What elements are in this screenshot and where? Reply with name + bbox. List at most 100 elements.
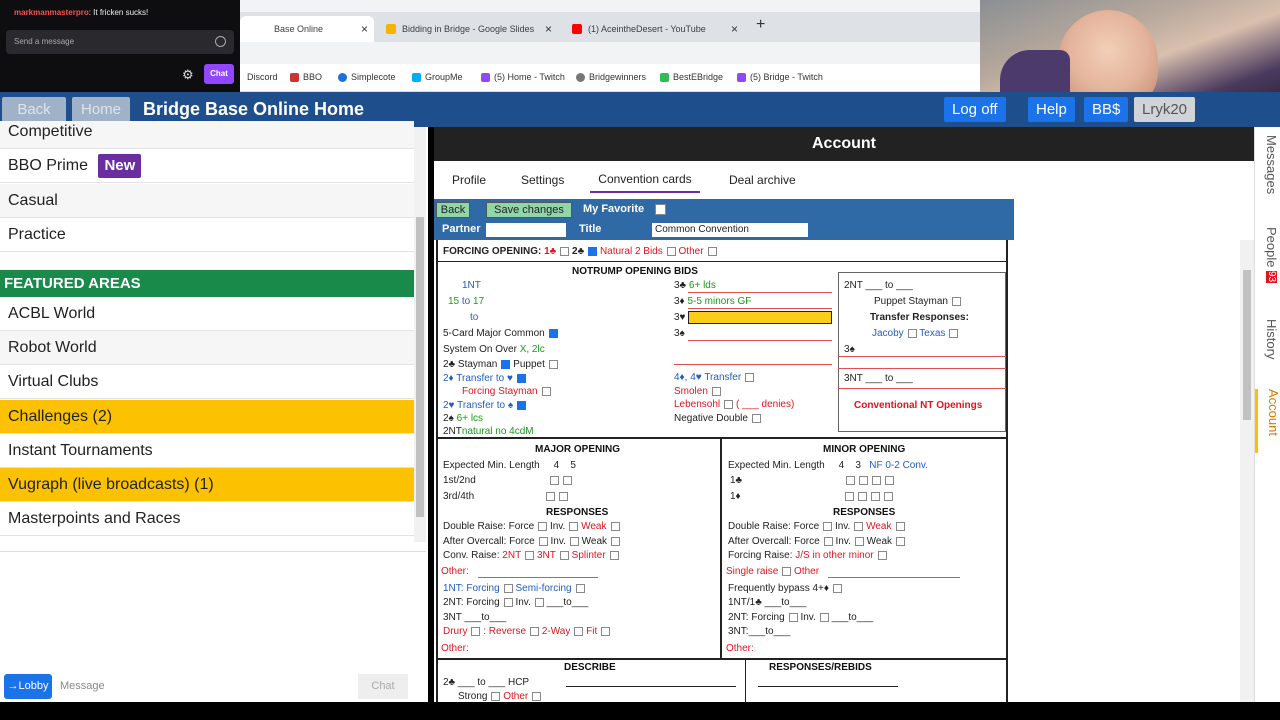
bookmark-bridgewinners[interactable]: Bridgewinners bbox=[576, 72, 646, 82]
checkbox[interactable] bbox=[532, 691, 542, 701]
nav-instant-tournaments[interactable]: Instant Tournaments bbox=[0, 434, 414, 468]
tab-google-slides[interactable]: Bidding in Bridge - Google Slides × bbox=[378, 16, 558, 42]
checkbox[interactable] bbox=[559, 550, 569, 560]
bookmark-twitch-home[interactable]: (5) Home - Twitch bbox=[481, 72, 565, 82]
checkbox[interactable] bbox=[548, 328, 558, 338]
checkbox[interactable] bbox=[823, 536, 833, 546]
checkbox[interactable] bbox=[534, 597, 544, 607]
partner-input[interactable] bbox=[486, 223, 566, 237]
home-button[interactable]: Home bbox=[72, 97, 130, 122]
emote-icon[interactable] bbox=[215, 36, 226, 47]
help-button[interactable]: Help bbox=[1028, 97, 1075, 122]
checkbox[interactable] bbox=[951, 296, 961, 306]
scroll-thumb[interactable] bbox=[416, 217, 424, 517]
side-tab-account[interactable]: Account bbox=[1255, 389, 1280, 453]
checkbox[interactable] bbox=[907, 328, 917, 338]
nav-acbl-world[interactable]: ACBL World bbox=[0, 297, 414, 331]
checkbox[interactable] bbox=[859, 475, 869, 485]
logoff-button[interactable]: Log off bbox=[944, 97, 1006, 122]
cc-back-button[interactable]: Back bbox=[436, 202, 470, 218]
checkbox[interactable] bbox=[559, 491, 569, 501]
checkbox[interactable] bbox=[823, 521, 833, 531]
nav-practice[interactable]: Practice bbox=[0, 218, 414, 252]
bookmark-discord[interactable]: Discord bbox=[247, 72, 278, 82]
nav-robot-world[interactable]: Robot World bbox=[0, 331, 414, 365]
lobby-chat-button[interactable]: Chat bbox=[358, 674, 408, 699]
bookmark-twitch-bridge[interactable]: (5) Bridge - Twitch bbox=[737, 72, 823, 82]
checkbox[interactable] bbox=[517, 400, 527, 410]
checkbox[interactable] bbox=[885, 475, 895, 485]
checkbox[interactable] bbox=[724, 399, 734, 409]
gear-icon[interactable]: ⚙ bbox=[182, 67, 194, 83]
checkbox[interactable] bbox=[574, 626, 584, 636]
checkbox[interactable] bbox=[883, 491, 893, 501]
checkbox[interactable] bbox=[751, 413, 761, 423]
bb-dollars-button[interactable]: BB$ bbox=[1084, 97, 1129, 122]
tab-profile[interactable]: Profile bbox=[452, 173, 486, 187]
account-scrollbar[interactable] bbox=[1240, 240, 1254, 702]
close-icon[interactable]: × bbox=[545, 22, 552, 36]
checkbox[interactable] bbox=[471, 626, 481, 636]
scroll-thumb[interactable] bbox=[1243, 270, 1251, 420]
checkbox[interactable] bbox=[541, 386, 551, 396]
checkbox[interactable] bbox=[854, 536, 864, 546]
lobby-button[interactable]: →Lobby bbox=[4, 674, 52, 699]
checkbox[interactable] bbox=[491, 691, 501, 701]
tab-bbo[interactable]: Base Online × bbox=[240, 16, 374, 42]
checkbox[interactable] bbox=[501, 359, 511, 369]
bookmark-bbo[interactable]: BBO bbox=[290, 72, 322, 82]
checkbox[interactable] bbox=[569, 521, 579, 531]
lobby-message-input[interactable]: Message bbox=[60, 680, 105, 692]
checkbox[interactable] bbox=[546, 491, 556, 501]
side-tab-messages[interactable]: Messages bbox=[1257, 135, 1279, 215]
checkbox[interactable] bbox=[949, 328, 959, 338]
checkbox[interactable] bbox=[601, 626, 611, 636]
checkbox[interactable] bbox=[575, 583, 585, 593]
checkbox[interactable] bbox=[782, 566, 792, 576]
close-icon[interactable]: × bbox=[361, 22, 368, 36]
checkbox[interactable] bbox=[895, 521, 905, 531]
checkbox[interactable] bbox=[707, 246, 717, 256]
new-tab-button[interactable]: + bbox=[756, 16, 765, 34]
checkbox[interactable] bbox=[530, 626, 540, 636]
back-button[interactable]: Back bbox=[2, 97, 66, 122]
checkbox[interactable] bbox=[569, 536, 579, 546]
username[interactable]: Lryk20 bbox=[1134, 97, 1196, 122]
checkbox[interactable] bbox=[610, 521, 620, 531]
checkbox[interactable] bbox=[833, 583, 842, 593]
tab-settings[interactable]: Settings bbox=[521, 173, 564, 187]
nav-vugraph[interactable]: Vugraph (live broadcasts) (1) bbox=[0, 468, 414, 502]
checkbox[interactable] bbox=[503, 597, 513, 607]
checkbox[interactable] bbox=[516, 373, 526, 383]
checkbox[interactable] bbox=[609, 550, 619, 560]
checkbox[interactable] bbox=[844, 491, 854, 501]
checkbox[interactable] bbox=[588, 246, 598, 256]
bookmark-bestebridge[interactable]: BestEBridge bbox=[660, 72, 723, 82]
nav-virtual-clubs[interactable]: Virtual Clubs bbox=[0, 365, 414, 399]
checkbox[interactable] bbox=[548, 359, 558, 369]
side-tab-people[interactable]: People 93 bbox=[1257, 227, 1279, 307]
tab-deal-archive[interactable]: Deal archive bbox=[729, 173, 796, 187]
nav-masterpoints[interactable]: Masterpoints and Races bbox=[0, 502, 414, 536]
nav-challenges[interactable]: Challenges (2) bbox=[0, 400, 414, 434]
checkbox[interactable] bbox=[857, 491, 867, 501]
side-tab-history[interactable]: History bbox=[1257, 319, 1279, 379]
checkbox[interactable] bbox=[877, 550, 887, 560]
checkbox[interactable] bbox=[819, 612, 829, 622]
checkbox[interactable] bbox=[562, 475, 572, 485]
checkbox[interactable] bbox=[560, 246, 570, 256]
checkbox[interactable] bbox=[538, 521, 548, 531]
checkbox[interactable] bbox=[503, 583, 513, 593]
save-changes-button[interactable]: Save changes bbox=[486, 202, 572, 218]
my-favorite-checkbox[interactable] bbox=[655, 204, 666, 215]
checkbox[interactable] bbox=[745, 372, 755, 382]
send-message-input[interactable]: Send a message bbox=[6, 30, 234, 54]
checkbox[interactable] bbox=[846, 475, 856, 485]
nav-casual[interactable]: Casual bbox=[0, 184, 414, 218]
title-input[interactable]: Common Convention bbox=[652, 223, 808, 237]
bookmark-simplecote[interactable]: Simplecote bbox=[338, 72, 396, 82]
checkbox[interactable] bbox=[549, 475, 559, 485]
bookmark-groupme[interactable]: GroupMe bbox=[412, 72, 463, 82]
checkbox[interactable] bbox=[788, 612, 798, 622]
twitch-chat-button[interactable]: Chat bbox=[204, 64, 234, 84]
